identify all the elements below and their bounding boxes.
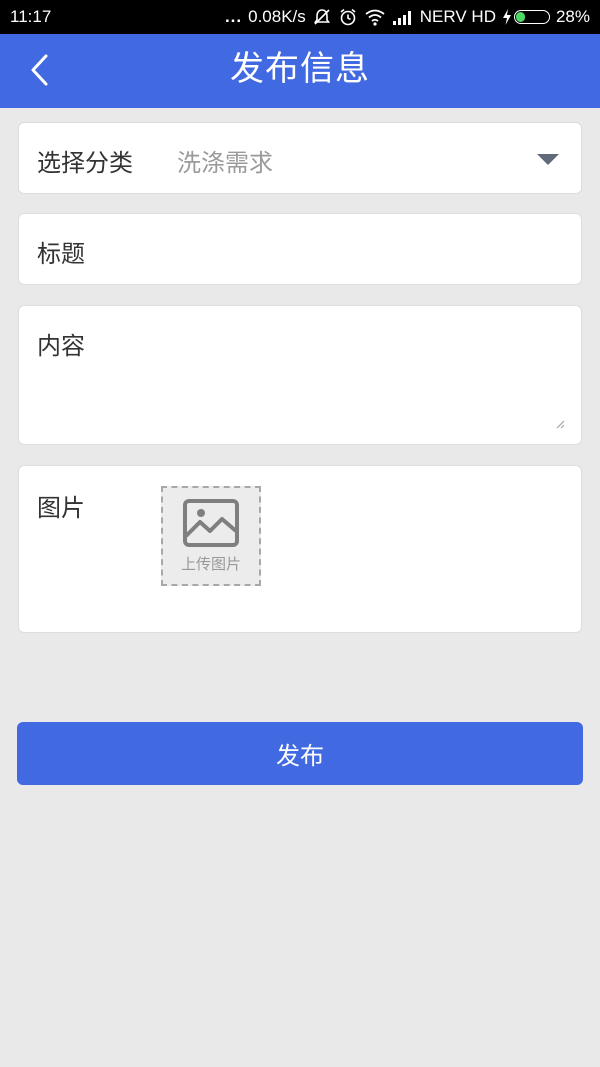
image-field-card: 图片 上传图片 <box>18 465 582 633</box>
title-input[interactable] <box>119 224 563 276</box>
title-label: 标题 <box>37 240 85 268</box>
category-selector[interactable]: 选择分类 洗涤需求 <box>18 122 582 194</box>
publish-button[interactable]: 发布 <box>17 722 583 785</box>
category-value: 洗涤需求 <box>177 149 273 177</box>
page-title: 发布信息 <box>230 49 370 89</box>
wifi-icon <box>364 8 386 26</box>
battery-icon <box>513 10 550 24</box>
upload-image-button[interactable]: 上传图片 <box>161 486 261 586</box>
battery-fill <box>515 12 525 22</box>
battery-percent: 28% <box>555 7 590 26</box>
image-label: 图片 <box>37 494 85 522</box>
battery-indicator <box>502 8 550 26</box>
status-dots: ... <box>224 7 243 26</box>
app-header: 发布信息 <box>0 34 600 108</box>
notification-off-icon <box>312 7 332 27</box>
charging-icon <box>502 8 512 26</box>
content-field-card: 内容 <box>18 305 582 445</box>
caret-down-icon <box>537 154 559 165</box>
resize-handle-icon[interactable] <box>555 414 565 429</box>
status-indicators: ... 0.08K/s NERV HD 28% <box>225 7 590 27</box>
upload-label: 上传图片 <box>180 555 241 573</box>
category-label: 选择分类 <box>37 149 133 177</box>
alarm-icon <box>338 7 358 27</box>
signal-icon <box>392 9 414 25</box>
status-time: 11:17 <box>10 7 52 26</box>
network-speed: 0.08K/s <box>248 7 306 26</box>
content-label: 内容 <box>37 332 85 360</box>
carrier-name: NERV HD <box>419 7 496 26</box>
status-bar: 11:17 ... 0.08K/s NERV HD 28% <box>0 0 600 34</box>
title-field-card: 标题 <box>18 213 582 285</box>
content-textarea[interactable] <box>119 318 569 432</box>
